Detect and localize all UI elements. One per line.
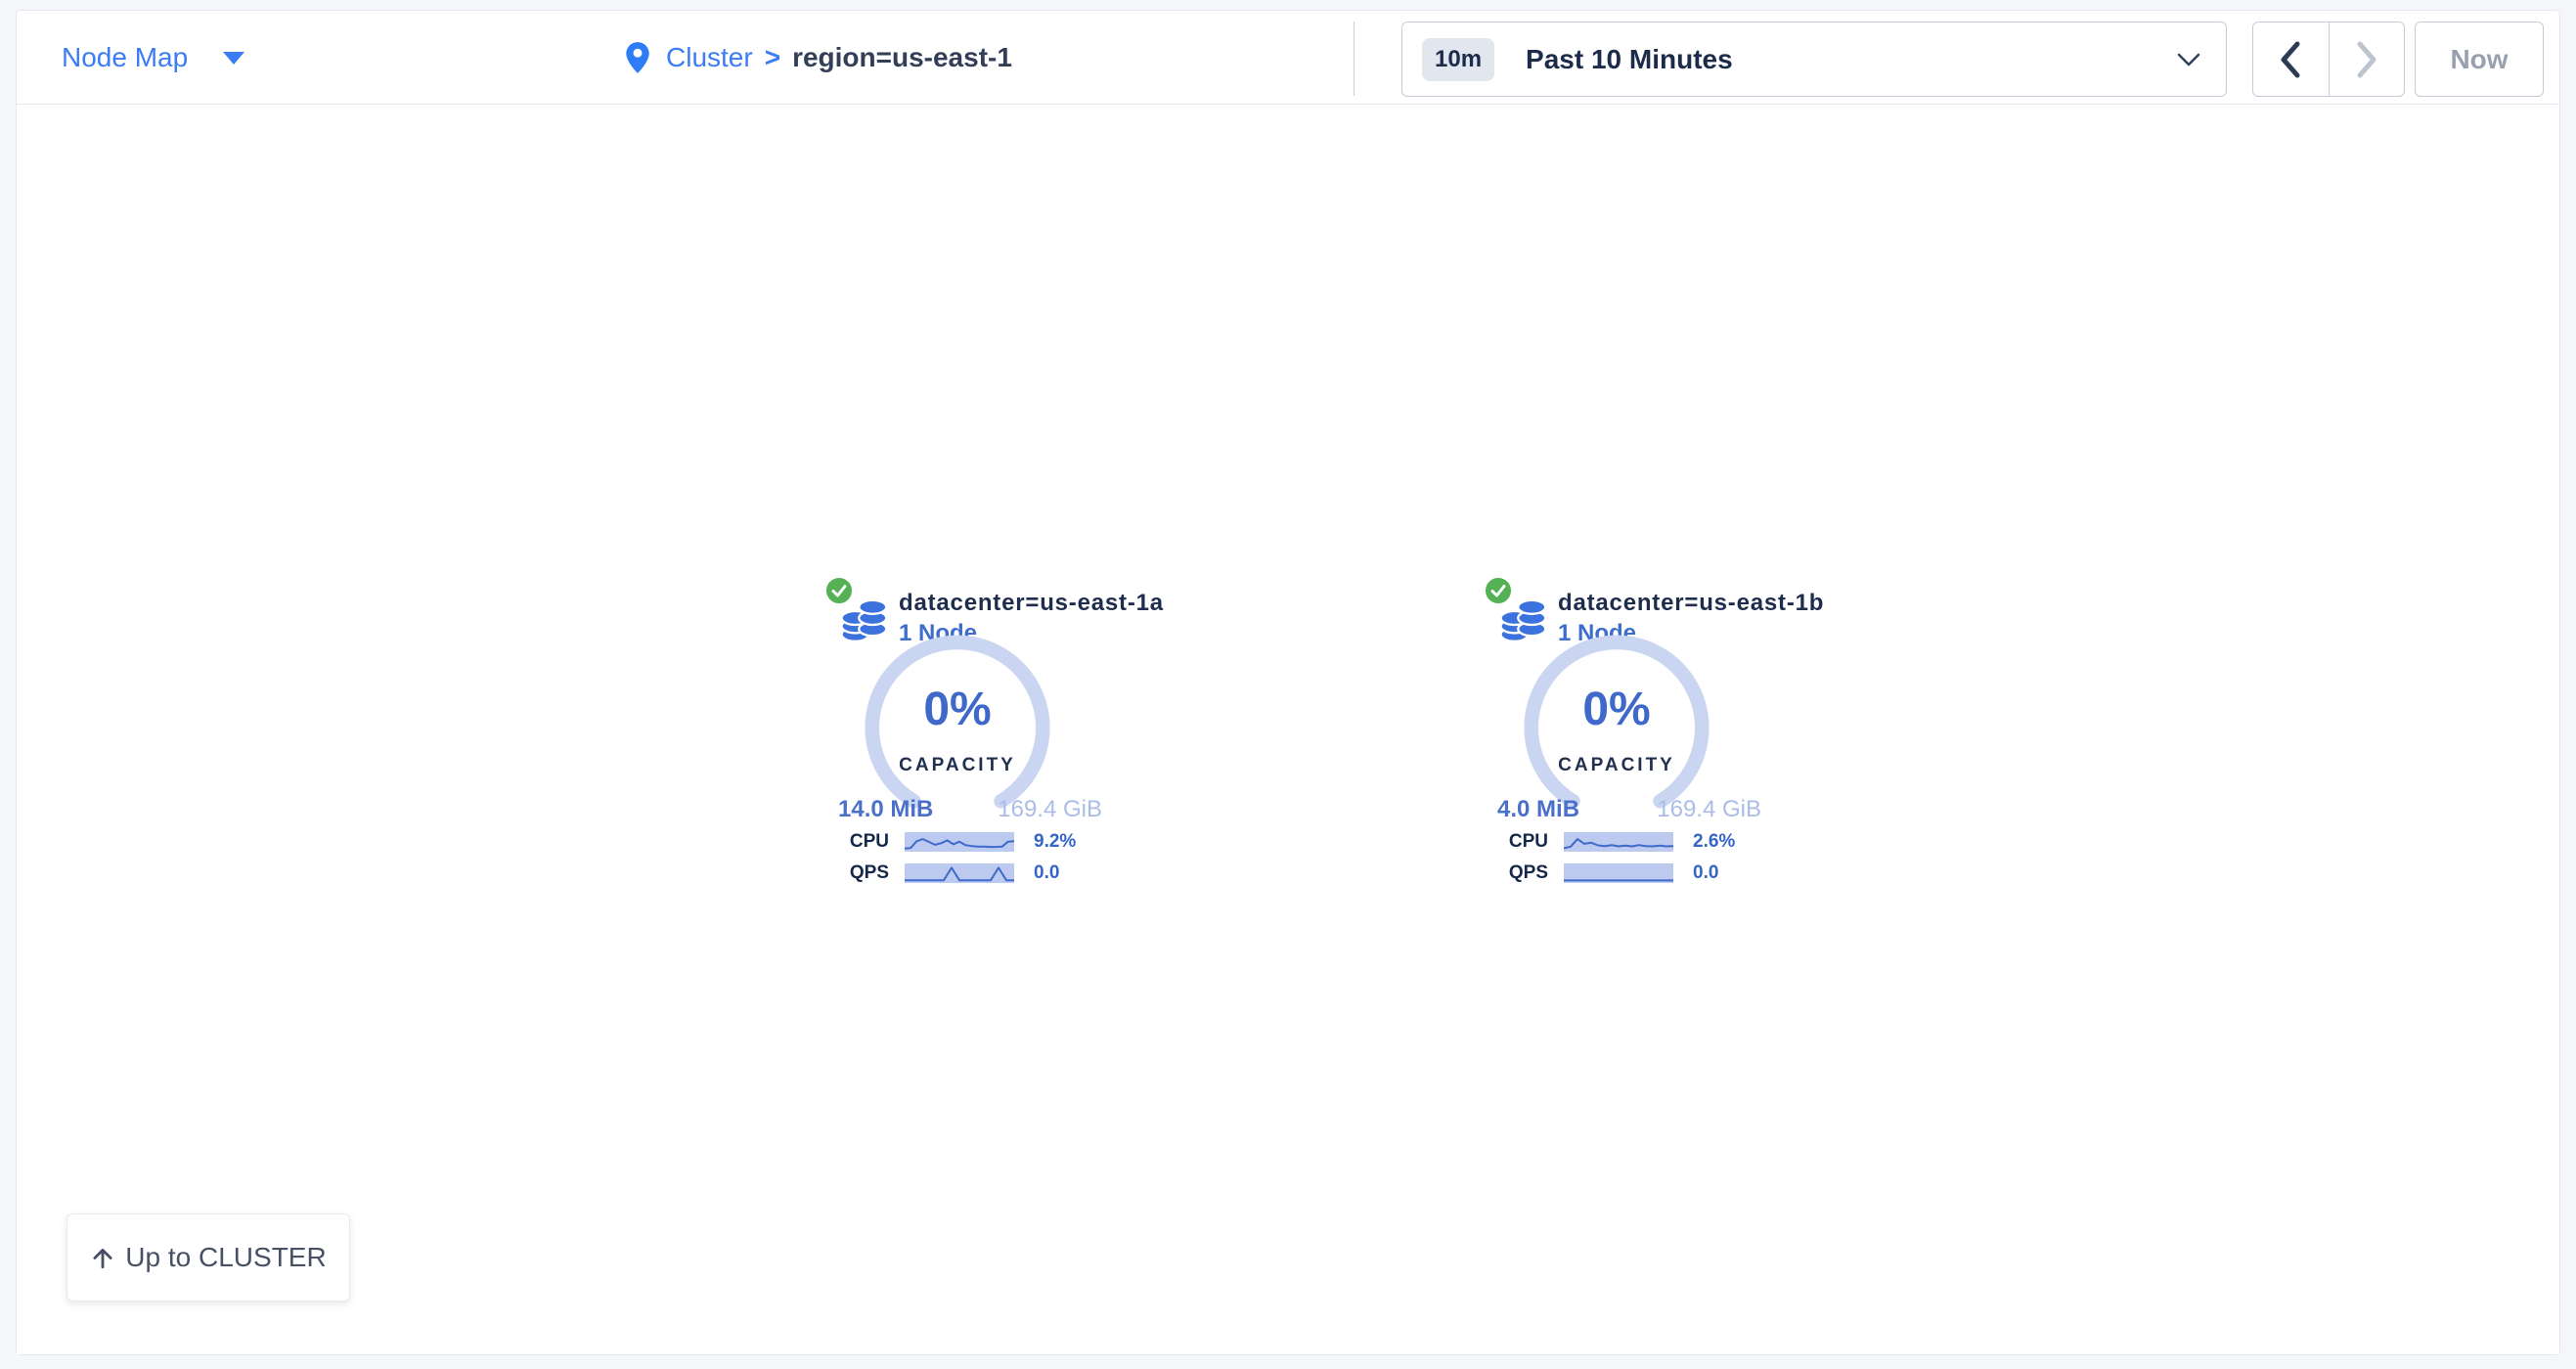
breadcrumb: Cluster > region=us-east-1 xyxy=(625,11,1012,105)
qps-sparkline xyxy=(905,863,1014,883)
capacity-usage: 14.0 MiB 169.4 GiB xyxy=(838,796,1102,823)
time-range-badge: 10m xyxy=(1422,38,1494,81)
header-divider xyxy=(1354,22,1355,96)
breadcrumb-cluster-link[interactable]: Cluster xyxy=(666,42,753,73)
time-range-select[interactable]: 10m Past 10 Minutes xyxy=(1401,22,2227,97)
breadcrumb-separator: > xyxy=(765,42,780,73)
metric-row-qps: QPS 0.0 xyxy=(1482,862,1785,884)
chevron-left-icon xyxy=(2278,40,2303,79)
metric-label: CPU xyxy=(822,831,889,853)
datacenter-card[interactable]: datacenter=us-east-1a 1 Node 0% CAPACITY… xyxy=(822,573,1126,915)
metric-label: CPU xyxy=(1482,831,1548,853)
capacity-used: 4.0 MiB xyxy=(1497,796,1579,823)
up-to-cluster-label: Up to CLUSTER xyxy=(125,1242,326,1273)
capacity-caption: CAPACITY xyxy=(1519,755,1714,776)
capacity-usage: 4.0 MiB 169.4 GiB xyxy=(1497,796,1761,823)
view-dropdown-label: Node Map xyxy=(62,42,188,73)
cpu-sparkline xyxy=(905,832,1014,852)
metric-row-qps: QPS 0.0 xyxy=(822,862,1126,884)
time-range-label: Past 10 Minutes xyxy=(1526,44,2177,75)
view-dropdown[interactable]: Node Map xyxy=(62,11,244,105)
header: Node Map Cluster > region=us-east-1 10m … xyxy=(17,11,2559,105)
node-map-panel: Node Map Cluster > region=us-east-1 10m … xyxy=(16,10,2560,1355)
capacity-percent: 0% xyxy=(1519,683,1714,736)
step-forward-button[interactable] xyxy=(2330,22,2405,96)
metric-value: 0.0 xyxy=(1693,862,1718,884)
map-pin-icon xyxy=(625,41,650,74)
arrow-up-icon xyxy=(90,1245,115,1270)
step-back-button[interactable] xyxy=(2253,22,2330,96)
metric-row-cpu: CPU 9.2% xyxy=(822,831,1126,853)
capacity-caption: CAPACITY xyxy=(860,755,1055,776)
node-map-canvas: datacenter=us-east-1a 1 Node 0% CAPACITY… xyxy=(17,106,2559,1354)
metric-value: 0.0 xyxy=(1034,862,1059,884)
check-circle-icon xyxy=(1484,576,1513,605)
up-to-cluster-button[interactable]: Up to CLUSTER xyxy=(67,1214,350,1302)
datacenter-title: datacenter=us-east-1a xyxy=(899,590,1164,617)
check-circle-icon xyxy=(824,576,854,605)
metric-label: QPS xyxy=(1482,862,1548,884)
chevron-right-icon xyxy=(2354,40,2379,79)
datacenter-title: datacenter=us-east-1b xyxy=(1558,590,1824,617)
capacity-percent: 0% xyxy=(860,683,1055,736)
time-step-buttons xyxy=(2252,22,2405,97)
metric-label: QPS xyxy=(822,862,889,884)
metric-value: 9.2% xyxy=(1034,831,1076,853)
metric-value: 2.6% xyxy=(1693,831,1735,853)
breadcrumb-current: region=us-east-1 xyxy=(792,42,1012,73)
capacity-total: 169.4 GiB xyxy=(998,796,1102,823)
capacity-used: 14.0 MiB xyxy=(838,796,933,823)
qps-sparkline xyxy=(1564,863,1673,883)
metric-row-cpu: CPU 2.6% xyxy=(1482,831,1785,853)
chevron-down-icon xyxy=(2177,53,2200,66)
now-button[interactable]: Now xyxy=(2415,22,2544,97)
datacenter-card[interactable]: datacenter=us-east-1b 1 Node 0% CAPACITY… xyxy=(1482,573,1785,915)
chevron-down-icon xyxy=(223,52,244,65)
cpu-sparkline xyxy=(1564,832,1673,852)
capacity-total: 169.4 GiB xyxy=(1657,796,1761,823)
